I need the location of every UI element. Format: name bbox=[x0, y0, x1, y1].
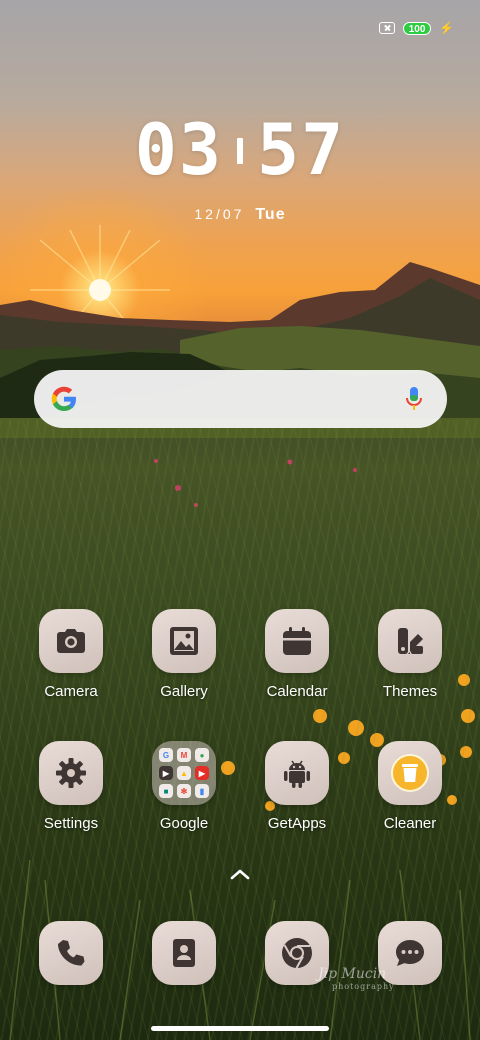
photos-mini-icon: ✻ bbox=[177, 784, 191, 798]
dock-contacts[interactable] bbox=[136, 921, 232, 985]
messages-icon bbox=[396, 940, 424, 966]
watermark-subtitle: photography bbox=[332, 982, 395, 991]
phone-icon bbox=[58, 940, 85, 966]
chrome-icon bbox=[282, 938, 312, 969]
themes-icon bbox=[398, 628, 423, 654]
contacts-app-tile[interactable] bbox=[152, 921, 216, 985]
status-bar: 100 ⚡ bbox=[379, 18, 454, 38]
themes-app-tile[interactable] bbox=[378, 609, 442, 673]
app-label-camera: Camera bbox=[44, 683, 98, 700]
camera-icon bbox=[57, 629, 85, 653]
gmail-mini-icon: M bbox=[177, 748, 191, 762]
calendar-app-tile[interactable] bbox=[265, 609, 329, 673]
youtube-mini-icon: ▶ bbox=[159, 766, 173, 780]
gear-icon bbox=[56, 758, 86, 788]
maps-mini-icon: ● bbox=[195, 748, 209, 762]
mic-icon[interactable] bbox=[405, 386, 423, 412]
cleaner-app-tile[interactable] bbox=[378, 741, 442, 805]
charging-bolt-icon: ⚡ bbox=[439, 21, 454, 35]
dock-phone[interactable] bbox=[23, 921, 119, 985]
settings-app-tile[interactable] bbox=[39, 741, 103, 805]
app-camera[interactable]: Camera bbox=[23, 609, 119, 700]
battery-indicator: 100 bbox=[403, 21, 432, 35]
calendar-icon bbox=[283, 627, 311, 655]
date-widget[interactable]: 12/07 Tue bbox=[0, 206, 480, 224]
watermark-name: Jip Mucin bbox=[318, 966, 387, 982]
gesture-home-bar[interactable] bbox=[151, 1026, 329, 1031]
trash-icon bbox=[391, 754, 429, 792]
google-g-mini-icon: G bbox=[159, 748, 173, 762]
clock-widget[interactable]: 03 57 bbox=[0, 112, 480, 188]
getapps-app-tile[interactable] bbox=[265, 741, 329, 805]
drive-mini-icon: ▲ bbox=[177, 766, 191, 780]
clock-hours: 03 bbox=[134, 109, 223, 191]
app-cleaner[interactable]: Cleaner bbox=[362, 741, 458, 832]
files-mini-icon: ▮ bbox=[195, 784, 209, 798]
app-label-google: Google bbox=[159, 815, 209, 832]
app-label-themes: Themes bbox=[382, 683, 438, 700]
chevron-up-icon[interactable] bbox=[229, 866, 251, 882]
app-calendar[interactable]: Calendar bbox=[249, 609, 345, 700]
meet-mini-icon: ■ bbox=[159, 784, 173, 798]
google-folder-tile[interactable]: G M ● ▶ ▲ ▶ ■ ✻ ▮ bbox=[152, 741, 216, 805]
app-label-settings: Settings bbox=[43, 815, 99, 832]
contacts-icon bbox=[173, 939, 195, 967]
app-label-getapps: GetApps bbox=[267, 815, 327, 832]
app-label-calendar: Calendar bbox=[266, 683, 328, 700]
camera-app-tile[interactable] bbox=[39, 609, 103, 673]
youtube-music-mini-icon: ▶ bbox=[195, 766, 209, 780]
app-gallery[interactable]: Gallery bbox=[136, 609, 232, 700]
google-logo-icon bbox=[51, 386, 76, 411]
no-sim-icon bbox=[379, 22, 396, 34]
app-themes[interactable]: Themes bbox=[362, 609, 458, 700]
phone-app-tile[interactable] bbox=[39, 921, 103, 985]
app-label-gallery: Gallery bbox=[160, 683, 208, 700]
clock-separator bbox=[237, 137, 243, 164]
app-label-cleaner: Cleaner bbox=[383, 815, 437, 832]
photographer-watermark: Jip Mucin photography bbox=[318, 966, 395, 991]
date-text: 12/07 bbox=[194, 206, 245, 222]
app-getapps[interactable]: GetApps bbox=[249, 741, 345, 832]
app-settings[interactable]: Settings bbox=[23, 741, 119, 832]
gallery-app-tile[interactable] bbox=[152, 609, 216, 673]
google-search-bar[interactable] bbox=[34, 370, 447, 428]
app-folder-google[interactable]: G M ● ▶ ▲ ▶ ■ ✻ ▮ Google bbox=[136, 741, 232, 832]
android-icon bbox=[284, 760, 310, 788]
gallery-icon bbox=[170, 627, 198, 655]
weekday-text: Tue bbox=[255, 206, 286, 223]
clock-minutes: 57 bbox=[257, 109, 346, 191]
